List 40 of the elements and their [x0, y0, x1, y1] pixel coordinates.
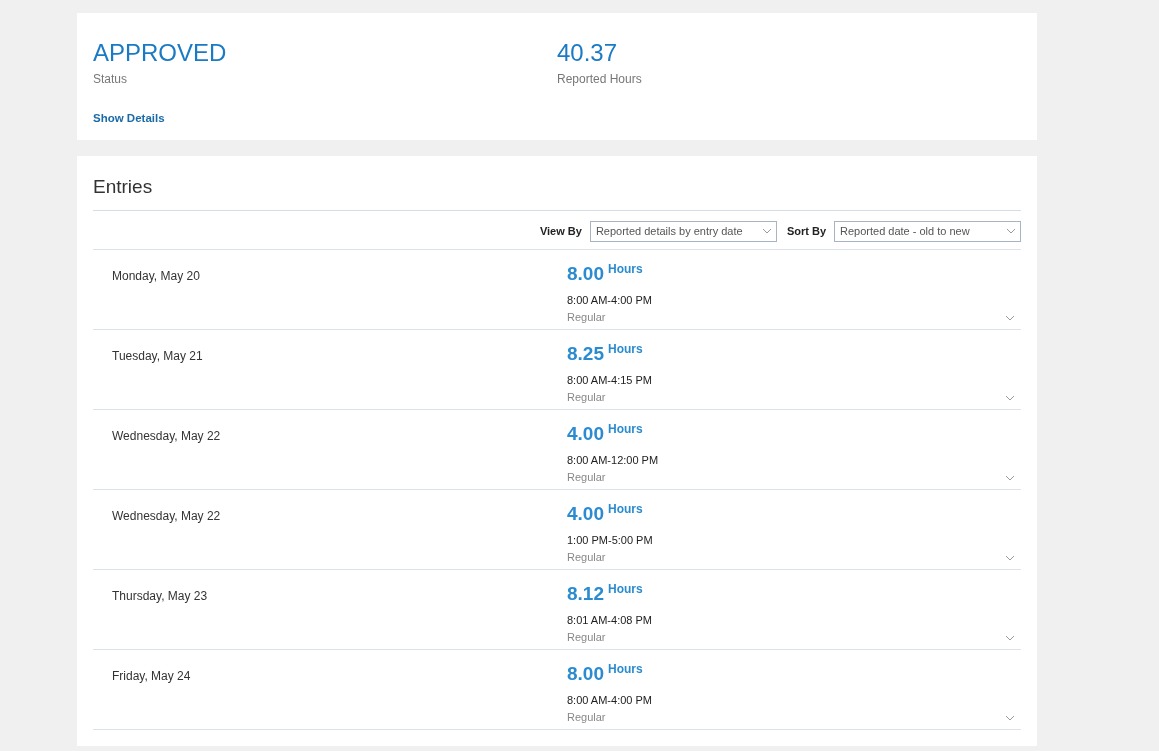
- time-range: 8:00 AM-4:00 PM: [567, 693, 652, 708]
- hours-value: 8.00: [567, 261, 604, 286]
- hours-unit: Hours: [608, 260, 643, 278]
- hours-unit: Hours: [608, 340, 643, 358]
- hours-value: 8.25: [567, 341, 604, 366]
- hours-value: 8.12: [567, 581, 604, 606]
- entry-date: Wednesday, May 22: [112, 508, 221, 523]
- hours-value: 4.00: [567, 501, 604, 526]
- show-details-link[interactable]: Show Details: [93, 110, 165, 128]
- hours-unit: Hours: [608, 420, 643, 438]
- view-by-dropdown[interactable]: Reported details by entry date: [589, 220, 777, 242]
- hours-unit: Hours: [608, 660, 643, 678]
- hours-unit: Hours: [608, 500, 643, 518]
- entry-date: Tuesday, May 21: [112, 348, 203, 363]
- reported-hours-value: 40.37: [557, 40, 619, 67]
- hours-value: 4.00: [567, 421, 604, 446]
- time-range: 8:00 AM-12:00 PM: [567, 453, 659, 468]
- hours-value: 8.00: [567, 661, 604, 686]
- hours-unit: Hours: [608, 580, 643, 598]
- status-label: Status: [93, 71, 129, 89]
- section-title: Entries: [93, 176, 153, 197]
- time-range: 8:00 AM-4:00 PM: [567, 293, 652, 308]
- entry-type: Regular: [567, 389, 606, 405]
- time-range: 8:00 AM-4:15 PM: [567, 373, 652, 388]
- entry-type: Regular: [567, 629, 606, 645]
- time-range: 1:00 PM-5:00 PM: [567, 533, 653, 548]
- reported-hours-label: Reported Hours: [557, 71, 643, 89]
- entry-type: Regular: [567, 709, 606, 725]
- status-value: APPROVED: [93, 40, 228, 67]
- filter-label: View By: [539, 223, 582, 239]
- entry-date: Thursday, May 23: [112, 588, 208, 603]
- entry-date: Friday, May 24: [112, 668, 191, 683]
- entry-type: Regular: [567, 469, 606, 485]
- entry-date: Wednesday, May 22: [112, 428, 221, 443]
- sort-by-dropdown[interactable]: Reported date - old to new: [834, 220, 1021, 242]
- filter-label: Sort By: [786, 223, 826, 239]
- time-range: 8:01 AM-4:08 PM: [567, 613, 652, 628]
- entry-type: Regular: [567, 309, 606, 325]
- entry-type: Regular: [567, 549, 606, 565]
- entry-date: Monday, May 20: [112, 268, 200, 283]
